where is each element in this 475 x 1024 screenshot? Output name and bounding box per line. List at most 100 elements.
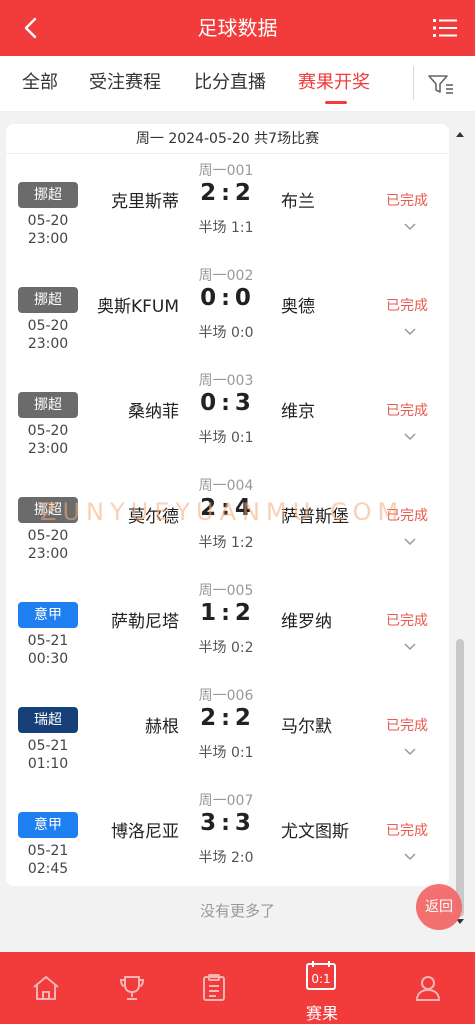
- half-time-score: 半场 1:2: [198, 535, 254, 551]
- top-bar: 足球数据: [0, 0, 475, 56]
- league-badge: 挪超: [18, 182, 78, 208]
- home-team: 博洛尼亚: [111, 822, 179, 842]
- score-separator: :: [221, 181, 231, 206]
- half-time-score: 半场 0:0: [198, 325, 254, 341]
- nav-results-label: 赛果: [305, 1004, 338, 1023]
- score-separator: :: [221, 391, 231, 416]
- match-number: 周一005: [198, 583, 254, 599]
- chevron-down-icon[interactable]: [403, 430, 417, 444]
- match-row[interactable]: 周一003 挪超 05-20 23:00 桑纳菲 0:3 半场 0:1 维京 已完成: [6, 364, 449, 469]
- away-team: 维京: [281, 402, 315, 422]
- match-row[interactable]: 周一007 意甲 05-21 02:45 博洛尼亚 3:3 半场 2:0 尤文图斯 已完成: [6, 784, 449, 889]
- trophy-icon: [119, 976, 145, 1000]
- bottom-nav: 0:1 赛果: [0, 952, 475, 1024]
- home-team: 萨勒尼塔: [111, 612, 179, 632]
- match-datetime: 05-21 02:45: [16, 842, 80, 878]
- chevron-down-icon[interactable]: [403, 745, 417, 759]
- home-team: 奥斯KFUM: [96, 297, 179, 317]
- home-score: 2: [200, 180, 218, 206]
- chevron-down-icon[interactable]: [403, 850, 417, 864]
- match-number: 周一004: [198, 478, 254, 494]
- no-more-text: 没有更多了: [199, 902, 275, 920]
- list-menu-icon: [433, 19, 457, 37]
- away-team: 布兰: [281, 192, 315, 212]
- match-datetime: 05-20 23:00: [16, 422, 80, 458]
- chevron-down-icon[interactable]: [403, 220, 417, 234]
- tab-bar: 全部 受注赛程 比分直播 赛果开奖: [0, 56, 475, 112]
- home-score: 0: [200, 390, 218, 416]
- half-time-score: 半场 1:1: [198, 220, 254, 236]
- home-team: 桑纳菲: [128, 402, 179, 422]
- home-score: 2: [200, 705, 218, 731]
- match-date: 05-21: [27, 738, 69, 754]
- match-status: 已完成: [386, 613, 428, 629]
- tab-live-score[interactable]: 比分直播: [194, 56, 266, 112]
- away-score: 3: [234, 810, 252, 836]
- match-time: 23:00: [27, 441, 69, 457]
- svg-text:0:1: 0:1: [311, 972, 330, 986]
- match-row[interactable]: 周一002 挪超 05-20 23:00 奥斯KFUM 0:0 半场 0:0 奥德 已完成: [6, 259, 449, 364]
- match-status: 已完成: [386, 403, 428, 419]
- match-datetime: 05-21 01:10: [16, 737, 80, 773]
- home-score: 1: [200, 600, 218, 626]
- nav-trophy[interactable]: [102, 952, 162, 1024]
- scrollbar[interactable]: [452, 124, 468, 930]
- tab-betting-schedule[interactable]: 受注赛程: [89, 56, 161, 112]
- nav-profile[interactable]: [398, 952, 458, 1024]
- match-number: 周一001: [198, 163, 254, 179]
- league-badge: 挪超: [18, 287, 78, 313]
- match-datetime: 05-20 23:00: [16, 212, 80, 248]
- chevron-down-icon[interactable]: [403, 325, 417, 339]
- match-number: 周一003: [198, 373, 254, 389]
- away-score: 2: [234, 600, 252, 626]
- menu-button[interactable]: [429, 12, 461, 44]
- full-time-score: 0:3: [196, 390, 256, 416]
- match-time: 23:00: [27, 546, 69, 562]
- match-date: 05-20: [27, 528, 69, 544]
- match-time: 00:30: [27, 651, 69, 667]
- chevron-down-icon[interactable]: [403, 535, 417, 549]
- match-date: 05-21: [27, 633, 69, 649]
- match-row[interactable]: 周一001 挪超 05-20 23:00 克里斯蒂 2:2 半场 1:1 布兰 已完成: [6, 154, 449, 259]
- nav-clipboard[interactable]: [184, 952, 244, 1024]
- scroll-up-arrow-icon: [456, 132, 464, 137]
- home-icon: [33, 976, 59, 1000]
- score-separator: :: [221, 706, 231, 731]
- match-number: 周一007: [198, 793, 254, 809]
- score-separator: :: [221, 811, 231, 836]
- home-team: 克里斯蒂: [111, 192, 179, 212]
- match-date: 05-20: [27, 213, 69, 229]
- watermark: ZUNYUEYUANMU.COM: [40, 498, 405, 526]
- nav-results[interactable]: 0:1 赛果: [292, 952, 352, 1024]
- clipboard-icon: [203, 974, 225, 1001]
- filter-icon: [428, 75, 453, 94]
- nav-home[interactable]: [16, 952, 76, 1024]
- away-score: 2: [234, 705, 252, 731]
- home-score: 3: [200, 810, 218, 836]
- match-status: 已完成: [386, 823, 428, 839]
- tab-results[interactable]: 赛果开奖: [298, 56, 374, 112]
- match-row[interactable]: 周一006 瑞超 05-21 01:10 赫根 2:2 半场 0:1 马尔默 已完成: [6, 679, 449, 784]
- tab-results-label: 赛果开奖: [298, 72, 370, 93]
- full-time-score: 0:0: [196, 285, 256, 311]
- away-score: 2: [234, 180, 252, 206]
- score-separator: :: [221, 286, 231, 311]
- filter-button[interactable]: [426, 70, 456, 98]
- user-icon: [415, 976, 441, 1001]
- match-status: 已完成: [386, 298, 428, 314]
- match-time: 23:00: [27, 231, 69, 247]
- scrollbar-thumb[interactable]: [456, 639, 464, 917]
- league-badge: 意甲: [18, 812, 78, 838]
- home-team: 赫根: [145, 717, 179, 737]
- tab-all[interactable]: 全部: [22, 56, 58, 112]
- away-team: 马尔默: [281, 717, 332, 737]
- half-time-score: 半场 0:2: [198, 640, 254, 656]
- match-time: 01:10: [27, 756, 69, 772]
- match-datetime: 05-21 00:30: [16, 632, 80, 668]
- match-row[interactable]: 周一005 意甲 05-21 00:30 萨勒尼塔 1:2 半场 0:2 维罗纳 已完成: [6, 574, 449, 679]
- away-team: 维罗纳: [281, 612, 332, 632]
- active-tab-indicator: [325, 101, 347, 104]
- return-button[interactable]: 返回: [416, 884, 462, 930]
- chevron-down-icon[interactable]: [403, 640, 417, 654]
- away-team: 奥德: [281, 297, 315, 317]
